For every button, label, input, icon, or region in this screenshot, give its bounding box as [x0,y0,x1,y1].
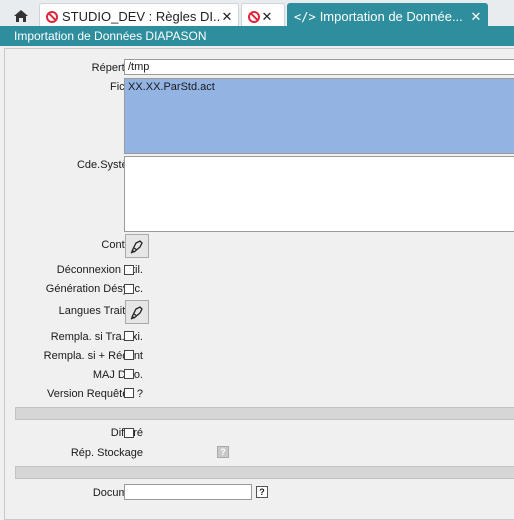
langues-button[interactable] [125,300,149,324]
close-icon[interactable]: ✕ [220,9,234,25]
home-icon [13,10,28,22]
maj-dico-checkbox[interactable] [124,369,134,379]
label-rep-stockage: Rép. Stockage [70,447,143,459]
document-help-button[interactable]: ? [256,486,268,498]
document-field[interactable] [124,484,252,500]
rempla-recent-checkbox[interactable] [124,350,134,360]
tab-label: STUDIO_DEV : Règles DI... [62,9,220,24]
differe-checkbox[interactable] [124,428,134,438]
cde-systeme-field[interactable] [124,156,514,232]
rempla-tra-checkbox[interactable] [124,331,134,341]
blocked-icon [248,10,260,23]
separator-bar [15,407,514,420]
generation-checkbox[interactable] [124,284,134,294]
version-requetes-checkbox[interactable] [124,388,134,398]
edit-hand-icon [130,240,143,254]
window-title: Importation de Données DIAPASON [0,26,514,46]
deconnexion-checkbox[interactable] [124,265,134,275]
label-maj-dico: MAJ Dico. [92,369,143,381]
close-icon[interactable]: ✕ [469,9,483,25]
blocked-icon [46,10,58,23]
import-form: Répertoire /tmp Fichier XX.XX.ParStd.act… [4,48,514,520]
edit-hand-icon [130,306,143,320]
rep-stockage-help-button[interactable]: ? [217,446,229,458]
controle-button[interactable] [125,234,149,258]
repertoire-field[interactable]: /tmp [124,59,514,75]
separator-bar [15,466,514,479]
fichier-field[interactable]: XX.XX.ParStd.act [124,78,514,154]
close-icon[interactable]: ✕ [260,9,274,25]
tab-label: Importation de Donnée... [319,9,463,24]
code-icon: </> [294,9,316,24]
